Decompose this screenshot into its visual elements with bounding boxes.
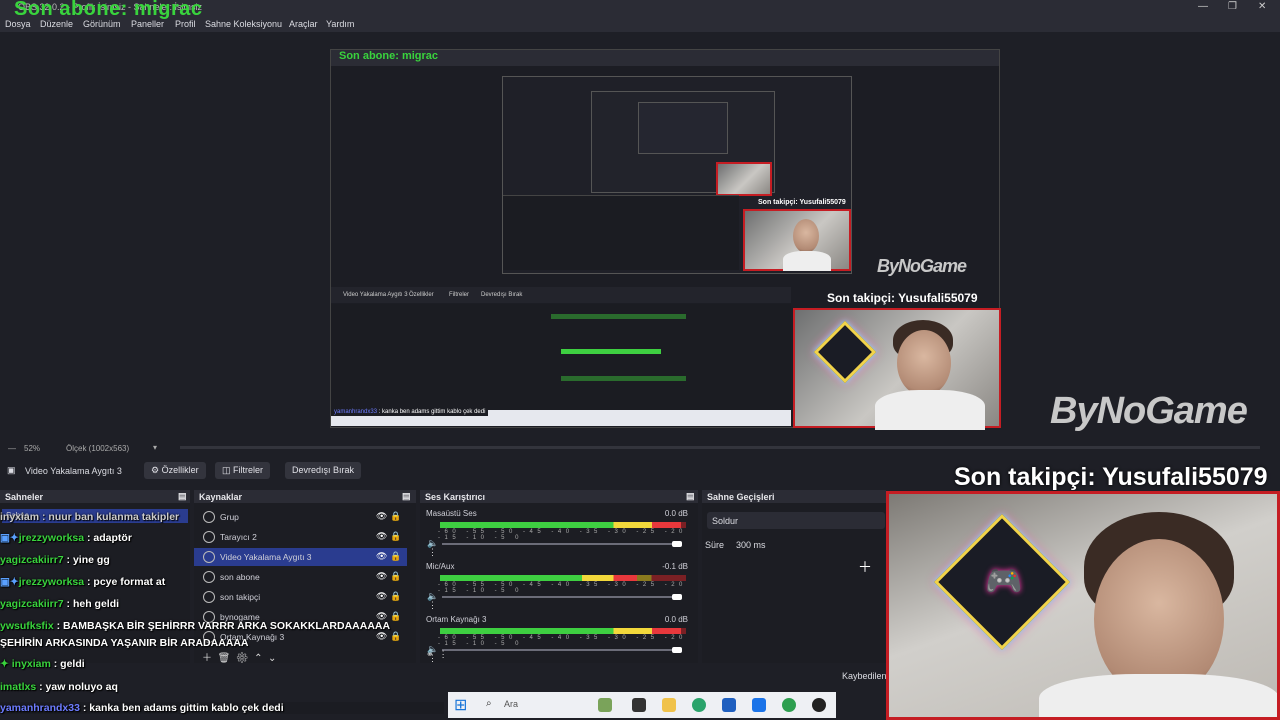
selected-source-name: Video Yakalama Aygıtı 3 [25,466,122,476]
zoom-level: 52% [24,444,41,453]
nested-preview-2 [591,91,775,196]
db-scale: -60 -55 -50 -45 -40 -35 -30 -25 -20 -15 … [438,529,687,541]
db-scale: -60 -55 -50 -45 -40 -35 -30 -25 -20 -15 … [438,635,687,647]
nested-bynogame: ByNoGame [877,256,967,276]
overlay-son-takipci: Son takipçi: Yusufali55079 [954,463,1268,491]
sources-panel-header: Kaynaklar ▤ [194,490,416,503]
chrome-icon[interactable] [782,698,796,712]
camera-icon: ▣ [7,465,16,475]
task-view-icon[interactable] [632,698,646,712]
scale-label[interactable]: Ölçek (1002x563) [66,444,129,453]
transitions-panel-header: Sahne Geçişleri [702,490,886,503]
deactivate-button[interactable]: Devredışı Bırak [285,462,362,479]
scenes-panel-header: Sahneler ▤ [0,490,190,503]
menu-item-yardim[interactable]: Yardım [326,19,354,29]
channel-db: -0.1 dB [662,562,688,571]
scale-dropdown-icon[interactable]: ▾ [153,443,157,452]
chat-line: ✦ inyxiam : geldi [0,658,85,670]
add-transition-icon[interactable]: ＋ [858,557,872,577]
volume-knob[interactable] [672,594,682,600]
menu-item-sahne-koleksiyonu[interactable]: Sahne Koleksiyonu [205,19,282,29]
file-explorer-icon[interactable] [662,698,676,712]
preview-chat-last: yamanhrandx33 : kanka ben adams gittim k… [331,408,489,416]
chat-line: yagizcakiirr7 : heh geldi [0,598,120,610]
chat-line: inyxiam : nuur ban kulanma takipler [0,511,180,523]
nested-takipci: Son takipçi: Yusufali55079 [758,199,846,206]
preview-status: — 52% Ölçek (1002x563) ▾ [0,440,1280,456]
preview-takipci: Son takipçi: Yusufali55079 [827,291,978,305]
windows-taskbar: ⊞ ⌕ Ara [448,692,836,718]
menu-item-araclar[interactable]: Araçlar [289,19,318,29]
preview-abone: Son abone: migrac [339,50,439,62]
volume-knob[interactable] [672,541,682,547]
volume-slider[interactable] [442,647,682,653]
mixer-dock-icon[interactable]: ▤ [686,491,695,502]
sources-dock-icon[interactable]: ▤ [402,491,411,502]
taskbar-search[interactable]: Ara [504,699,518,709]
nested-cam-3 [716,162,772,196]
overlay-son-abone: Son abone: migrac [14,0,203,20]
chat-line: imatlxs : yaw noluyo aq [0,681,118,693]
preview-canvas[interactable]: Son abone: migrac Son takipçi: Yusufali5… [330,49,1001,430]
zoom-minus-icon[interactable]: — [8,444,16,453]
nested-preview-3 [638,102,728,154]
obs-icon[interactable] [812,698,826,712]
chat-line: ywsufksfix : BAMBAŞKA BİR ŞEHİRRR VARRR … [0,620,391,632]
stats-kaybedilen: Kaybedilen [842,671,887,681]
level-meter [440,522,686,528]
person-shirt [1039,674,1277,717]
mixer-panel-header: Ses Karıştırıcı ▤ [420,490,698,503]
filters-button[interactable]: ◫ Filtreler [215,462,271,479]
nested-cam-2 [743,209,851,271]
duration-label: Süre [705,540,725,550]
channel-db: 0.0 dB [664,615,688,624]
minimize-icon[interactable]: — [1198,1,1208,12]
volume-slider[interactable] [442,541,682,547]
gamepad-icon: 🎮 [985,565,1023,598]
db-scale: -60 -55 -50 -45 -40 -35 -30 -25 -20 -15 … [438,582,687,594]
volume-knob[interactable] [672,647,682,653]
chat-line: ŞEHİRİN ARKASINDA YAŞANIR BİR ARADAAAAA [0,637,249,649]
channel-db: 0.0 dB [664,509,688,518]
overlay-bynogame: ByNoGame [1050,390,1248,432]
outlook-icon[interactable] [752,698,766,712]
chat-line: ▣✦jrezzyworksa : pcye format at [0,576,166,588]
search-icon[interactable]: ⌕ [486,698,492,709]
preview-toolbar: Video Yakalama Aygıtı 3 Özellikler Filtr… [331,287,791,303]
duration-input[interactable]: 300 ms [730,536,880,553]
level-meter [440,575,686,581]
nested-preview: Son takipçi: Yusufali55079 [502,76,852,274]
maximize-icon[interactable]: ❐ [1228,1,1237,12]
properties-button[interactable]: ⚙ Özellikler [144,462,206,479]
horizontal-scrollbar[interactable] [180,446,1260,449]
volume-slider[interactable] [442,594,682,600]
transition-select[interactable]: Soldur [707,512,885,529]
webcam-overlay: 🎮 [886,491,1280,720]
chat-line: yagizcakiirr7 : yine gg [0,554,110,566]
preview-dock [331,304,791,410]
widgets-icon[interactable] [598,698,612,712]
level-meter [440,628,686,634]
chat-line: yamanhrandx33 : kanka ben adams gittim k… [0,702,444,714]
windows-start-icon[interactable]: ⊞ [454,695,467,715]
store-icon[interactable] [722,698,736,712]
edge-icon[interactable] [692,698,706,712]
chat-line: ▣✦jrezzyworksa : adaptör [0,532,132,544]
mixer-dock: Masaüstü Ses 0.0 dB -60 -55 -50 -45 -40 -3… [420,503,698,663]
preview-webcam [793,308,1001,430]
nested-dock [503,195,739,270]
scenes-dock-icon[interactable]: ▤ [178,491,187,502]
close-icon[interactable]: ✕ [1258,1,1266,12]
transitions-dock: Soldur Süre 300 ms ＋ Kaybedilen [702,503,887,681]
